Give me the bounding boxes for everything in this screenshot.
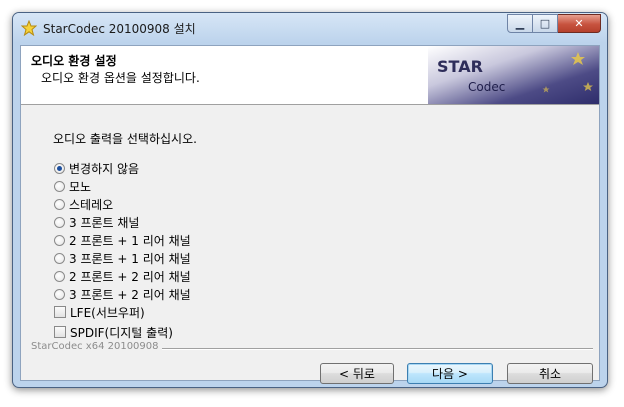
caption-buttons: ▁ □ ✕ [507, 14, 601, 33]
radio-label: 2 프론트 + 1 리어 채널 [69, 233, 191, 248]
installer-window: StarCodec 20100908 설치 ▁ □ ✕ 오디오 환경 설정 오디… [12, 12, 608, 388]
radio-3-front-2-rear[interactable]: 3 프론트 + 2 리어 채널 [54, 286, 191, 302]
cancel-button[interactable]: 취소 [507, 363, 593, 384]
dialog-client-area: 오디오 환경 설정 오디오 환경 옵션을 설정합니다. STAR Codec 오… [20, 45, 600, 384]
radio-label: 3 프론트 채널 [69, 215, 140, 230]
radio-mono[interactable]: 모노 [54, 178, 91, 194]
maximize-icon: □ [539, 17, 551, 30]
maximize-button[interactable]: □ [533, 14, 558, 33]
radio-label: 모노 [69, 179, 92, 194]
checkbox[interactable] [54, 326, 66, 338]
audio-output-prompt: 오디오 출력을 선택하십시오. [53, 132, 197, 146]
close-button[interactable]: ✕ [558, 14, 601, 33]
radio-button[interactable] [54, 162, 65, 174]
radio-button[interactable] [54, 270, 65, 282]
radio-no-change[interactable]: 변경하지 않음 [54, 160, 139, 176]
starcodec-logo: STAR Codec [428, 46, 599, 104]
radio-button[interactable] [54, 216, 65, 228]
minimize-button[interactable]: ▁ [507, 14, 533, 33]
next-button[interactable]: 다음 > [407, 363, 493, 384]
brand-label: StarCodec x64 20100908 [31, 341, 162, 352]
title-bar[interactable]: StarCodec 20100908 설치 ▁ □ ✕ [13, 13, 607, 43]
radio-button[interactable] [54, 198, 65, 210]
radio-button[interactable] [54, 252, 65, 264]
radio-label: 3 프론트 + 1 리어 채널 [69, 251, 191, 266]
back-button[interactable]: < 뒤로 [320, 363, 394, 384]
radio-3-front-1-rear[interactable]: 3 프론트 + 1 리어 채널 [54, 250, 191, 266]
radio-label: 3 프론트 + 2 리어 채널 [69, 287, 191, 302]
radio-selected-dot [57, 165, 62, 171]
radio-label: 2 프론트 + 2 리어 채널 [69, 269, 191, 284]
logo-text-codec: Codec [468, 80, 505, 94]
page-title: 오디오 환경 설정 [31, 54, 117, 68]
radio-button[interactable] [54, 288, 65, 300]
radio-2-front-1-rear[interactable]: 2 프론트 + 1 리어 채널 [54, 232, 191, 248]
checkbox-label: SPDIF(디지털 출력) [70, 325, 173, 340]
minimize-icon: ▁ [515, 17, 525, 30]
radio-2-front-2-rear[interactable]: 2 프론트 + 2 리어 채널 [54, 268, 191, 284]
radio-3-front[interactable]: 3 프론트 채널 [54, 214, 139, 230]
radio-label: 스테레오 [69, 197, 114, 212]
checkbox[interactable] [54, 306, 66, 318]
radio-button[interactable] [54, 234, 65, 246]
checkbox-lfe[interactable]: LFE(서브우퍼) [54, 304, 145, 320]
checkbox-label: LFE(서브우퍼) [70, 305, 145, 320]
radio-stereo[interactable]: 스테레오 [54, 196, 113, 212]
wizard-header: 오디오 환경 설정 오디오 환경 옵션을 설정합니다. STAR Codec [21, 46, 599, 105]
radio-button[interactable] [54, 180, 65, 192]
checkbox-spdif[interactable]: SPDIF(디지털 출력) [54, 324, 173, 340]
page-subtitle: 오디오 환경 옵션을 설정합니다. [41, 71, 200, 85]
window-title: StarCodec 20100908 설치 [43, 22, 196, 36]
logo-text-star: STAR [437, 57, 483, 76]
star-icon [21, 20, 37, 36]
radio-label: 변경하지 않음 [69, 161, 140, 176]
close-icon: ✕ [574, 17, 584, 30]
